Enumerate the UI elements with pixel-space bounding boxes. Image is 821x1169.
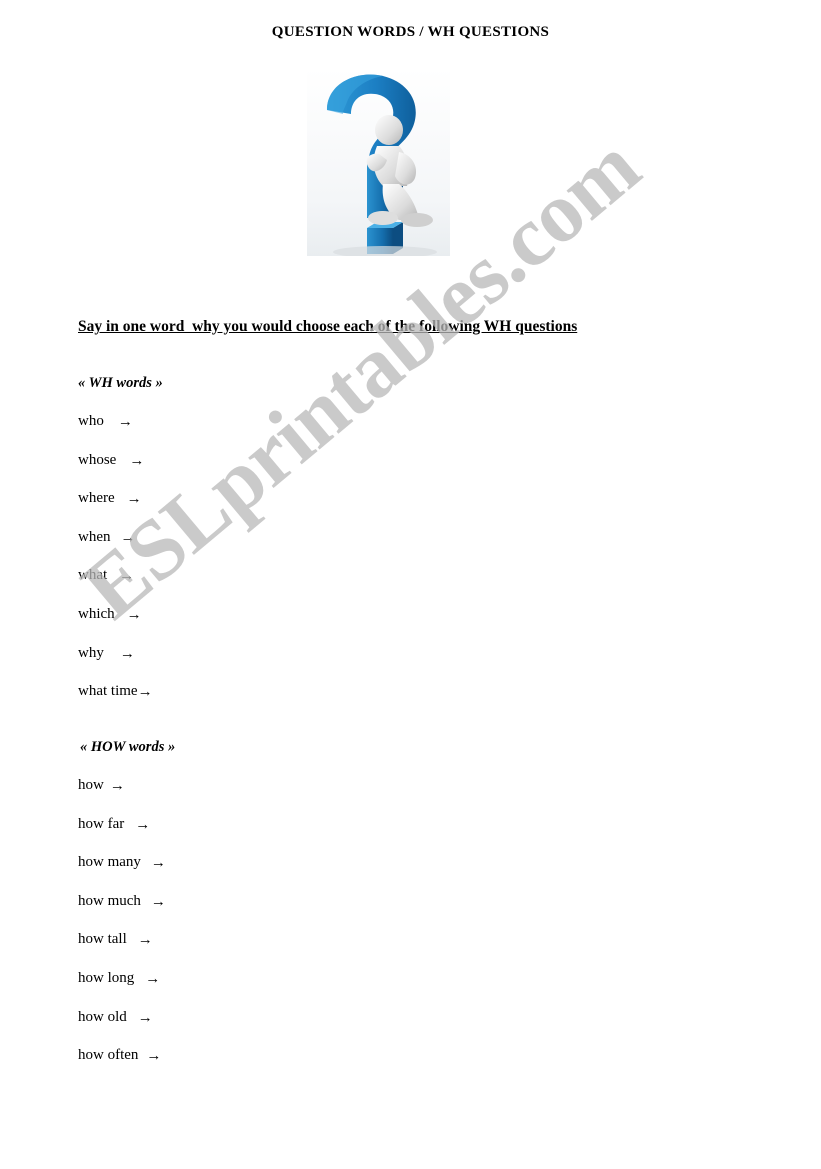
- list-item: how tall →: [78, 931, 166, 970]
- how-term: how many: [78, 854, 141, 871]
- arrow-icon: →: [109, 778, 125, 794]
- wh-term: what time: [78, 683, 138, 700]
- arrow-icon: →: [135, 816, 151, 833]
- list-item: how →: [78, 777, 166, 816]
- arrow-icon: →: [146, 1048, 162, 1065]
- question-mark-with-thinking-figure-icon: [307, 68, 450, 256]
- how-term: how: [78, 777, 104, 793]
- page-title: QUESTION WORDS / WH QUESTIONS: [271, 24, 550, 40]
- list-item: how much →: [78, 893, 166, 932]
- arrow-icon: →: [117, 414, 133, 430]
- arrow-icon: →: [119, 645, 135, 662]
- wh-term: whose: [78, 451, 117, 468]
- list-item: what →: [78, 567, 153, 606]
- arrow-icon: →: [120, 529, 136, 546]
- arrow-icon: →: [119, 568, 135, 585]
- how-words-list: how → how far → how many → how much → ho…: [78, 777, 166, 1086]
- list-item: whose →: [78, 452, 153, 491]
- how-term: how tall: [78, 931, 127, 948]
- section-heading-wh-words: « WH words »: [78, 375, 163, 391]
- question-mark-illustration: [307, 68, 450, 256]
- arrow-icon: →: [137, 932, 153, 949]
- how-term: how often: [78, 1047, 139, 1064]
- list-item: which →: [78, 606, 153, 645]
- wh-term: who: [78, 413, 104, 429]
- how-term: how long: [78, 969, 135, 986]
- instruction-text: Say in one word why you would choose eac…: [78, 318, 578, 335]
- how-term: how old: [78, 1008, 127, 1025]
- wh-words-list: who → whose → where → when → what → whic…: [78, 413, 153, 722]
- wh-term: when: [78, 528, 111, 545]
- list-item: when →: [78, 529, 153, 568]
- arrow-icon: →: [126, 491, 142, 508]
- list-item: how far →: [78, 816, 166, 855]
- list-item: what time →: [78, 683, 153, 722]
- arrow-icon: →: [150, 855, 166, 872]
- arrow-icon: →: [137, 1009, 153, 1026]
- list-item: how often →: [78, 1047, 166, 1086]
- list-item: how long →: [78, 970, 166, 1009]
- wh-term: why: [78, 644, 104, 661]
- list-item: where →: [78, 490, 153, 529]
- wh-term: where: [78, 490, 115, 507]
- list-item: who →: [78, 413, 153, 452]
- wh-term: which: [78, 605, 115, 622]
- arrow-icon: →: [137, 684, 153, 701]
- arrow-icon: →: [145, 970, 161, 987]
- list-item: how many →: [78, 854, 166, 893]
- how-term: how far: [78, 815, 125, 832]
- arrow-icon: →: [150, 893, 166, 910]
- section-heading-how-words: « HOW words »: [80, 739, 176, 755]
- arrow-icon: →: [129, 452, 145, 469]
- how-term: how much: [78, 892, 141, 909]
- arrow-icon: →: [126, 606, 142, 623]
- list-item: why →: [78, 645, 153, 684]
- list-item: how old →: [78, 1009, 166, 1048]
- wh-term: what: [78, 567, 108, 584]
